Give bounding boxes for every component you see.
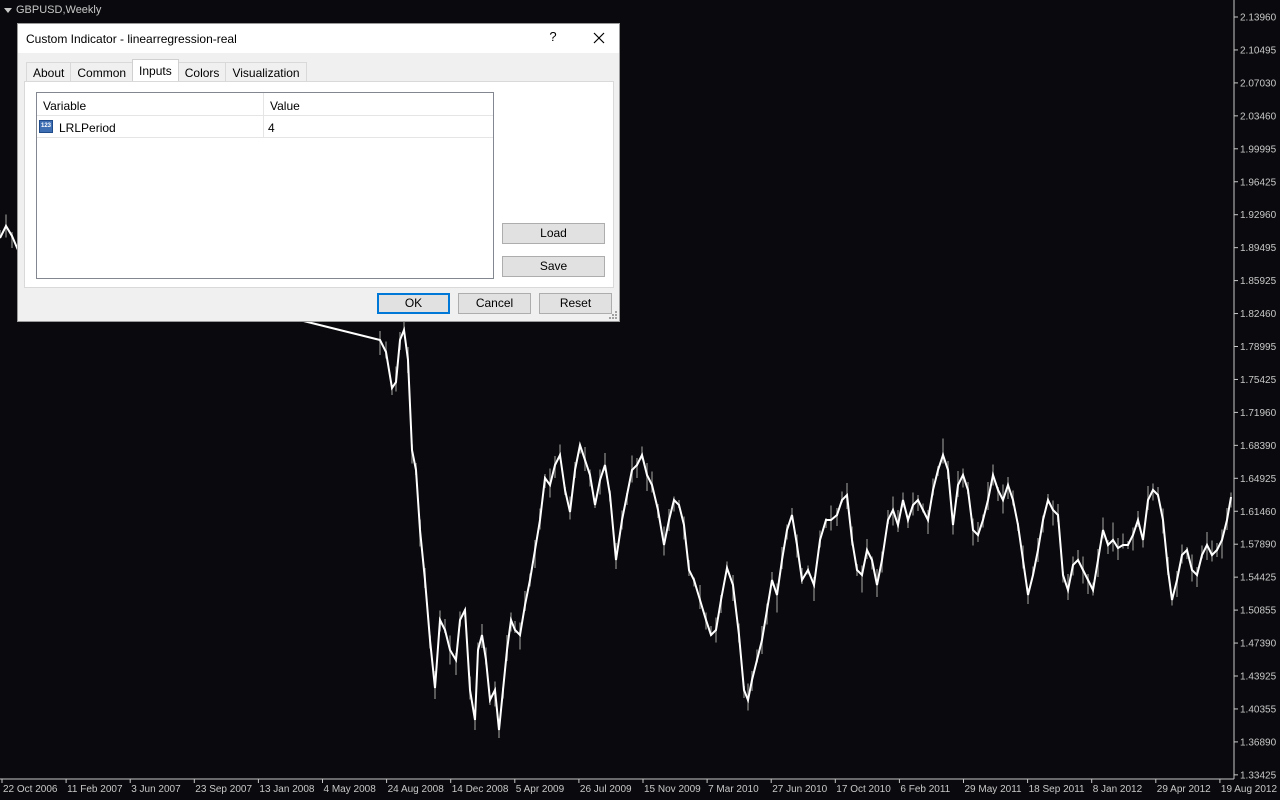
inputs-panel: Variable Value 123 LRLPeriod 4 Load Save — [24, 81, 614, 288]
price-tick-label: 1.75425 — [1240, 375, 1277, 386]
price-tick-label: 2.03460 — [1240, 111, 1277, 122]
ok-button[interactable]: OK — [377, 293, 450, 314]
price-bar — [1211, 540, 1213, 562]
load-button[interactable]: Load — [502, 223, 605, 244]
price-tick-label: 1.85925 — [1240, 276, 1277, 287]
column-divider — [263, 116, 264, 137]
price-bar — [952, 523, 954, 535]
dialog-title: Custom Indicator - linearregression-real — [26, 32, 237, 46]
date-tick-label: 7 Mar 2010 — [708, 784, 759, 795]
number-123-icon: 123 — [39, 120, 53, 133]
inputs-table: Variable Value 123 LRLPeriod 4 — [36, 92, 494, 279]
date-tick-label: 15 Nov 2009 — [644, 784, 701, 795]
reset-button[interactable]: Reset — [539, 293, 612, 314]
tab-colors[interactable]: Colors — [177, 62, 227, 81]
date-tick-label: 11 Feb 2007 — [67, 784, 123, 795]
price-tick-label: 1.47390 — [1240, 639, 1277, 650]
date-tick-label: 27 Jun 2010 — [772, 784, 827, 795]
tab-inputs[interactable]: Inputs — [132, 59, 179, 81]
price-bar — [636, 458, 638, 478]
price-bar — [830, 505, 832, 531]
price-tick-label: 1.36890 — [1240, 737, 1277, 748]
symbol-text: GBPUSD,Weekly — [16, 4, 102, 16]
date-tick-label: 22 Oct 2006 — [3, 784, 58, 795]
price-tick-label: 2.13960 — [1240, 13, 1277, 24]
price-tick-label: 2.10495 — [1240, 45, 1277, 56]
table-row[interactable]: 123 LRLPeriod 4 — [37, 116, 493, 138]
date-tick-label: 17 Oct 2010 — [836, 784, 891, 795]
date-tick-label: 18 Sep 2011 — [1029, 784, 1085, 795]
price-tick-label: 1.82460 — [1240, 309, 1277, 320]
time-axis: 22 Oct 2006 11 Feb 2007 3 Jun 2007 23 Sep 2… — [1, 779, 1278, 795]
date-tick-label: 29 Apr 2012 — [1157, 784, 1211, 795]
price-bar — [1112, 522, 1114, 552]
column-header-variable[interactable]: Variable — [43, 99, 86, 113]
date-tick-label: 3 Jun 2007 — [131, 784, 181, 795]
save-button[interactable]: Save — [502, 256, 605, 277]
column-header-value[interactable]: Value — [270, 99, 300, 113]
chevron-down-icon — [4, 7, 12, 13]
price-tick-label: 1.54425 — [1240, 573, 1277, 584]
price-tick-label: 1.57890 — [1240, 540, 1277, 551]
date-tick-label: 14 Dec 2008 — [452, 784, 509, 795]
date-tick-label: 23 Sep 2007 — [195, 784, 252, 795]
variable-value[interactable]: 4 — [268, 121, 275, 135]
tab-about[interactable]: About — [26, 62, 72, 81]
price-tick-label: 1.64925 — [1240, 474, 1277, 485]
date-tick-label: 13 Jan 2008 — [259, 784, 314, 795]
price-tick-label: 1.33425 — [1240, 770, 1277, 781]
column-divider[interactable] — [263, 93, 264, 115]
table-header: Variable Value — [37, 93, 493, 116]
price-tick-label: 1.78995 — [1240, 342, 1277, 353]
date-tick-label: 6 Feb 2011 — [900, 784, 950, 795]
date-tick-label: 26 Jul 2009 — [580, 784, 632, 795]
resize-grip-icon[interactable] — [609, 311, 617, 319]
dialog-tabs: About Common Inputs Colors Visualization — [26, 59, 307, 82]
price-tick-label: 1.40355 — [1240, 704, 1277, 715]
price-tick-label: 1.96425 — [1240, 177, 1277, 188]
date-tick-label: 8 Jan 2012 — [1093, 784, 1143, 795]
date-tick-label: 5 Apr 2009 — [516, 784, 565, 795]
price-tick-label: 1.43925 — [1240, 672, 1277, 683]
price-tick-label: 1.92960 — [1240, 210, 1277, 221]
dialog-titlebar[interactable]: Custom Indicator - linearregression-real… — [18, 24, 619, 53]
date-tick-label: 4 May 2008 — [324, 784, 377, 795]
price-bar — [1052, 500, 1054, 526]
tab-common[interactable]: Common — [70, 62, 134, 81]
cancel-button[interactable]: Cancel — [458, 293, 531, 314]
close-icon — [593, 32, 605, 44]
custom-indicator-dialog: Custom Indicator - linearregression-real… — [17, 23, 620, 322]
price-tick-label: 1.99995 — [1240, 144, 1277, 155]
price-tick-label: 1.68390 — [1240, 441, 1277, 452]
price-tick-label: 2.07030 — [1240, 78, 1277, 89]
close-button[interactable] — [584, 25, 614, 51]
price-tick-label: 1.71960 — [1240, 408, 1277, 419]
price-axis: 2.13960 2.10495 2.07030 2.03460 1.99995 1.964… — [1234, 13, 1277, 781]
tab-visualization[interactable]: Visualization — [225, 62, 307, 81]
variable-name[interactable]: LRLPeriod — [59, 121, 116, 135]
price-tick-label: 1.89495 — [1240, 243, 1277, 254]
date-tick-label: 19 Aug 2012 — [1221, 784, 1278, 795]
date-tick-label: 29 May 2011 — [965, 784, 1023, 795]
price-tick-label: 1.61460 — [1240, 507, 1277, 518]
help-button[interactable]: ? — [546, 29, 560, 47]
price-tick-label: 1.50855 — [1240, 606, 1277, 617]
date-tick-label: 24 Aug 2008 — [388, 784, 445, 795]
chart-symbol-label[interactable]: GBPUSD,Weekly — [4, 4, 101, 16]
